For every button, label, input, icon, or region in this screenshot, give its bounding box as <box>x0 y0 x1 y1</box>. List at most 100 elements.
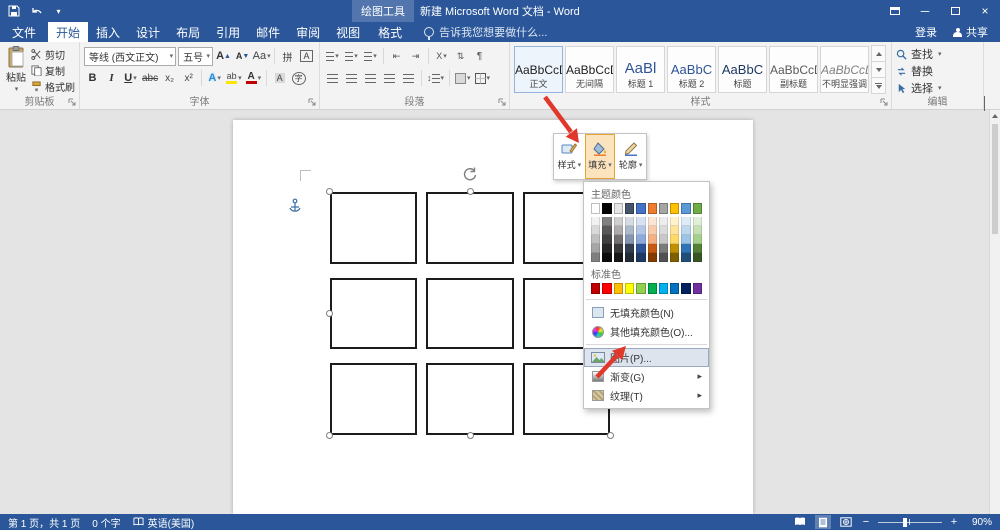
tab-开始[interactable]: 开始 <box>48 22 88 42</box>
theme-color-swatch[interactable] <box>670 203 679 214</box>
theme-tint-swatch[interactable] <box>602 253 611 262</box>
grid-cell[interactable] <box>426 278 513 350</box>
standard-color-swatch[interactable] <box>681 283 690 294</box>
theme-tint-swatch[interactable] <box>591 217 600 226</box>
standard-color-swatch[interactable] <box>670 283 679 294</box>
theme-tint-swatch[interactable] <box>659 235 668 244</box>
character-shading-button[interactable]: A <box>271 69 288 87</box>
menu-item-color-wheel[interactable]: 其他填充颜色(O)... <box>584 322 709 341</box>
theme-tint-swatch[interactable] <box>670 226 679 235</box>
tab-file[interactable]: 文件 <box>0 22 48 42</box>
text-highlight-button[interactable]: ab ▾ <box>225 69 243 87</box>
theme-tint-swatch[interactable] <box>602 235 611 244</box>
theme-tint-swatch[interactable] <box>648 253 657 262</box>
theme-tint-swatch[interactable] <box>681 244 690 253</box>
theme-tint-swatch[interactable] <box>681 217 690 226</box>
standard-color-swatch[interactable] <box>591 283 600 294</box>
document-canvas[interactable]: 样式▾ 填充▾ 轮廓▾ 主题颜色 标准色 无填充颜色(N)其他填充颜色(O)..… <box>0 110 1000 514</box>
tab-审阅[interactable]: 审阅 <box>288 22 328 42</box>
theme-tint-swatch[interactable] <box>648 244 657 253</box>
tab-布局[interactable]: 布局 <box>168 22 208 42</box>
theme-tint-swatch[interactable] <box>614 253 623 262</box>
styles-scroll-up-button[interactable] <box>872 46 885 62</box>
tab-设计[interactable]: 设计 <box>128 22 168 42</box>
menu-item-no-fill[interactable]: 无填充颜色(N) <box>584 303 709 322</box>
standard-color-swatch[interactable] <box>648 283 657 294</box>
paragraph-dialog-launcher[interactable] <box>498 98 507 107</box>
zoom-level[interactable]: 90% <box>966 517 992 528</box>
read-mode-button[interactable] <box>792 515 808 529</box>
theme-tint-swatch[interactable] <box>591 244 600 253</box>
italic-button[interactable]: I <box>103 69 120 87</box>
selection-handle-n[interactable] <box>467 188 474 195</box>
distribute-button[interactable] <box>400 69 417 87</box>
scrollbar-thumb[interactable] <box>992 124 998 234</box>
grid-cell[interactable] <box>426 192 513 264</box>
underline-button[interactable]: U▾ <box>122 69 139 87</box>
menu-item-texture[interactable]: 纹理(T)▸ <box>584 386 709 405</box>
grid-cell[interactable] <box>330 363 417 435</box>
theme-tint-swatch[interactable] <box>625 217 634 226</box>
style-item[interactable]: AaBbCcDd正文 <box>514 46 563 93</box>
share-button[interactable]: 共享 <box>953 24 988 40</box>
theme-color-swatch[interactable] <box>659 203 668 214</box>
font-color-button[interactable]: A ▾ <box>245 69 263 87</box>
selection-handle-nw[interactable] <box>326 188 333 195</box>
zoom-slider[interactable] <box>878 515 942 529</box>
zoom-slider-knob[interactable] <box>903 518 907 527</box>
theme-color-swatch[interactable] <box>591 203 600 214</box>
tab-引用[interactable]: 引用 <box>208 22 248 42</box>
style-item[interactable]: AaBbCcDd无间隔 <box>565 46 614 93</box>
theme-tint-swatch[interactable] <box>625 244 634 253</box>
theme-tint-swatch[interactable] <box>693 235 702 244</box>
theme-tint-swatch[interactable] <box>602 244 611 253</box>
theme-tint-swatch[interactable] <box>670 235 679 244</box>
theme-tint-swatch[interactable] <box>681 226 690 235</box>
theme-tint-swatch[interactable] <box>659 244 668 253</box>
standard-color-swatch[interactable] <box>693 283 702 294</box>
theme-tint-swatch[interactable] <box>614 235 623 244</box>
style-item[interactable]: AaBbC标题 <box>718 46 767 93</box>
selection-handle-s[interactable] <box>467 432 474 439</box>
show-marks-button[interactable]: ¶ <box>471 47 488 65</box>
theme-tint-swatch[interactable] <box>591 235 600 244</box>
text-effects-button[interactable]: A▾ <box>206 69 223 87</box>
theme-color-swatch[interactable] <box>693 203 702 214</box>
tell-me-box[interactable]: 告诉我您想要做什么... <box>424 22 547 42</box>
styles-gallery-more-button[interactable] <box>872 78 885 93</box>
grid-cell[interactable] <box>330 192 417 264</box>
theme-tint-swatch[interactable] <box>636 235 645 244</box>
font-size-combo[interactable]: 五号 ▾ <box>178 47 213 66</box>
replace-button[interactable]: 替换 <box>896 63 979 79</box>
menu-item-gradient[interactable]: 渐变(G)▸ <box>584 367 709 386</box>
theme-tint-swatch[interactable] <box>625 235 634 244</box>
theme-tint-swatch[interactable] <box>693 244 702 253</box>
theme-color-swatch[interactable] <box>636 203 645 214</box>
grid-cell[interactable] <box>426 363 513 435</box>
menu-item-picture[interactable]: 图片(P)... <box>584 348 709 367</box>
theme-tint-swatch[interactable] <box>648 235 657 244</box>
web-layout-button[interactable] <box>838 515 854 529</box>
ribbon-display-options-button[interactable] <box>880 0 910 22</box>
shading-button[interactable]: ▾ <box>454 69 472 87</box>
theme-tint-swatch[interactable] <box>636 217 645 226</box>
theme-color-swatch[interactable] <box>602 203 611 214</box>
theme-tint-swatch[interactable] <box>636 226 645 235</box>
sign-in-link[interactable]: 登录 <box>915 24 937 40</box>
standard-color-swatch[interactable] <box>625 283 634 294</box>
vertical-scrollbar[interactable] <box>989 110 1000 514</box>
zoom-in-button[interactable]: + <box>949 516 959 528</box>
theme-tint-swatch[interactable] <box>636 253 645 262</box>
print-layout-button[interactable] <box>815 515 831 529</box>
theme-tint-swatch[interactable] <box>659 253 668 262</box>
selection-handle-sw[interactable] <box>326 432 333 439</box>
minimize-button[interactable]: ─ <box>910 0 940 22</box>
change-case-button[interactable]: Aa▾ <box>253 47 270 65</box>
tab-format-contextual[interactable]: 格式 <box>370 22 410 42</box>
theme-tint-swatch[interactable] <box>670 244 679 253</box>
strikethrough-button[interactable]: abc <box>141 69 159 87</box>
standard-color-swatch[interactable] <box>614 283 623 294</box>
copy-button[interactable]: 复制 <box>31 63 75 78</box>
style-item[interactable]: AaBbCcD副标题 <box>769 46 818 93</box>
qat-customize-icon[interactable]: ▾ <box>48 2 68 20</box>
